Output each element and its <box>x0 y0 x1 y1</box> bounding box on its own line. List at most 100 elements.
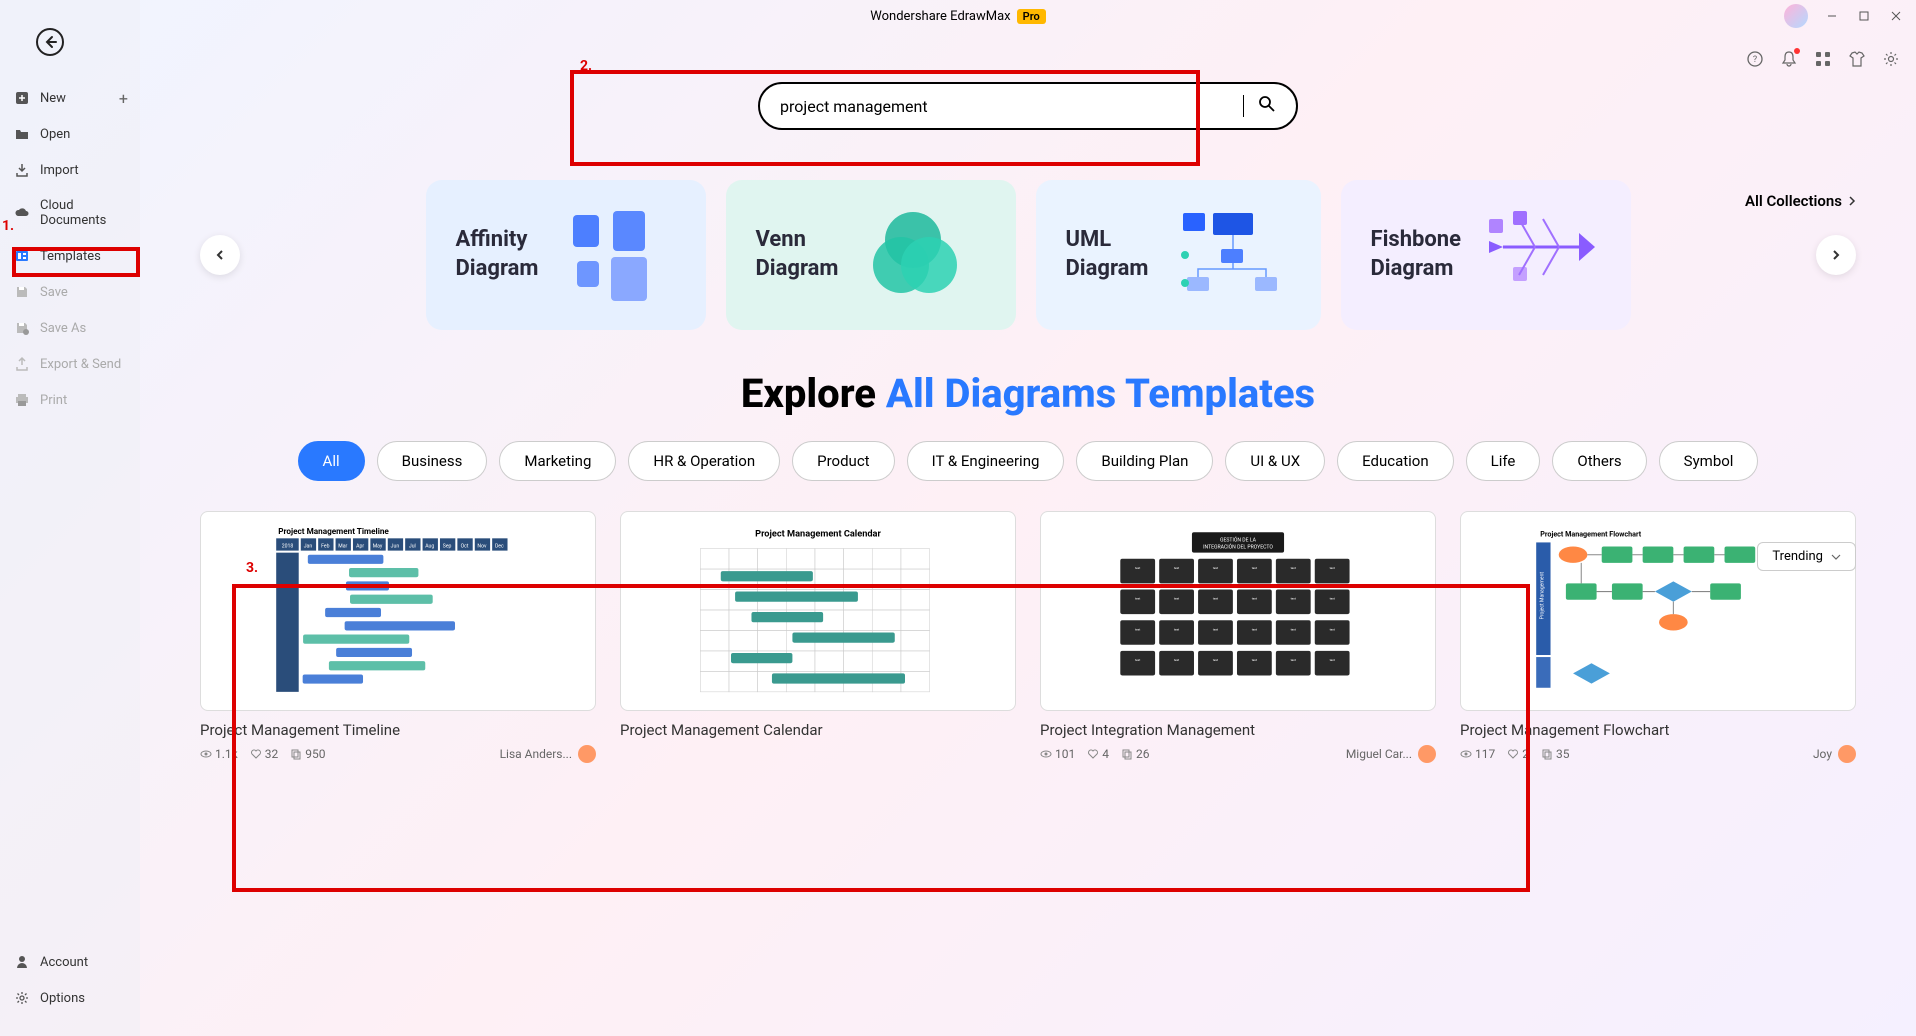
sidebar: New+OpenImportCloud DocumentsTemplatesSa… <box>0 0 140 1036</box>
template-title: Project Management Calendar <box>620 721 1016 739</box>
minimize-button[interactable] <box>1824 8 1840 24</box>
app-title: Wondershare EdrawMax <box>870 9 1010 24</box>
search-input[interactable] <box>780 97 1243 116</box>
sidebar-item-account[interactable]: Account <box>0 944 140 980</box>
sidebar-item-cloud-documents[interactable]: Cloud Documents <box>0 188 140 238</box>
svg-text:text: text <box>1252 566 1257 570</box>
sidebar-item-import[interactable]: Import <box>0 152 140 188</box>
sidebar-item-label: Export & Send <box>40 357 121 372</box>
affinity-illustration <box>563 205 683 305</box>
category-pills: All Business Marketing HR & Operation Produc… <box>180 441 1876 481</box>
sidebar-item-new[interactable]: New+ <box>0 80 140 116</box>
svg-text:text: text <box>1135 566 1140 570</box>
sidebar-item-save: Save <box>0 274 140 310</box>
svg-text:Dec: Dec <box>495 544 504 550</box>
svg-text:Jun: Jun <box>391 544 400 550</box>
category-card-affinity[interactable]: AffinityDiagram <box>426 180 706 330</box>
template-thumbnail: Project Management Timeline2018JanFebMar… <box>200 511 596 711</box>
svg-text:text: text <box>1252 658 1257 662</box>
pill-all[interactable]: All <box>298 441 365 481</box>
template-author: Miguel Car... <box>1346 745 1436 763</box>
svg-text:text: text <box>1252 627 1257 631</box>
svg-text:Aug: Aug <box>425 544 434 550</box>
close-button[interactable] <box>1888 8 1904 24</box>
sidebar-item-print: Print <box>0 382 140 418</box>
svg-text:text: text <box>1330 627 1335 631</box>
sidebar-item-label: Open <box>40 127 70 142</box>
category-card-uml[interactable]: UMLDiagram <box>1036 180 1321 330</box>
svg-text:text: text <box>1174 597 1179 601</box>
template-author: Joy <box>1813 745 1856 763</box>
category-card-fishbone[interactable]: FishboneDiagram <box>1341 180 1631 330</box>
template-grid: Project Management Timeline2018JanFebMar… <box>180 511 1876 763</box>
pill-business[interactable]: Business <box>377 441 488 481</box>
template-title: Project Management Timeline <box>200 721 596 739</box>
svg-text:Jan: Jan <box>304 544 313 550</box>
save-as-icon <box>14 320 30 336</box>
pill-others[interactable]: Others <box>1552 441 1646 481</box>
svg-text:text: text <box>1252 597 1257 601</box>
annotation-3: 3. <box>246 560 258 576</box>
template-card[interactable]: Project Management Timeline2018JanFebMar… <box>200 511 596 763</box>
sidebar-item-options[interactable]: Options <box>0 980 140 1016</box>
pill-hr-operation[interactable]: HR & Operation <box>628 441 780 481</box>
copies-stat: 26 <box>1121 747 1150 761</box>
sort-dropdown[interactable]: Trending <box>1757 542 1856 571</box>
pill-it-engineering[interactable]: IT & Engineering <box>907 441 1065 481</box>
explore-highlight: All Diagrams Templates <box>886 370 1315 417</box>
svg-text:2018: 2018 <box>282 544 294 550</box>
gear-icon <box>14 990 30 1006</box>
carousel-next-button[interactable] <box>1816 235 1856 275</box>
plus-square-icon <box>14 90 30 106</box>
pill-symbol[interactable]: Symbol <box>1659 441 1759 481</box>
annotation-2: 2. <box>580 58 592 74</box>
svg-text:Project Management: Project Management <box>1539 572 1545 620</box>
svg-text:Project Management Timeline: Project Management Timeline <box>278 526 389 536</box>
copies-stat: 950 <box>290 747 325 761</box>
svg-text:text: text <box>1135 627 1140 631</box>
user-avatar[interactable] <box>1784 4 1808 28</box>
pill-product[interactable]: Product <box>792 441 894 481</box>
pill-ui-ux[interactable]: UI & UX <box>1225 441 1325 481</box>
carousel-prev-button[interactable] <box>200 235 240 275</box>
svg-text:Apr: Apr <box>356 544 364 550</box>
pill-marketing[interactable]: Marketing <box>499 441 616 481</box>
explore-prefix: Explore <box>741 370 886 417</box>
titlebar: Wondershare EdrawMax Pro <box>0 0 1916 32</box>
main-content: All Collections AffinityDiagramVennDiagr… <box>140 32 1916 1036</box>
template-meta: 1.1k 32 950 Lisa Anders... <box>200 745 596 763</box>
copies-stat: 35 <box>1541 747 1570 761</box>
category-label: VennDiagram <box>756 226 839 283</box>
views-stat: 117 <box>1460 747 1495 761</box>
category-card-venn[interactable]: VennDiagram <box>726 180 1016 330</box>
search-bar[interactable] <box>758 82 1298 130</box>
pill-building-plan[interactable]: Building Plan <box>1076 441 1213 481</box>
maximize-button[interactable] <box>1856 8 1872 24</box>
svg-text:text: text <box>1213 597 1218 601</box>
svg-text:Sep: Sep <box>443 544 452 550</box>
svg-text:INTEGRACIÓN DEL PROYECTO: INTEGRACIÓN DEL PROYECTO <box>1203 544 1273 551</box>
pill-life[interactable]: Life <box>1466 441 1541 481</box>
add-icon[interactable]: + <box>119 89 128 108</box>
venn-illustration <box>863 205 983 305</box>
svg-text:GESTIÓN DE LA: GESTIÓN DE LA <box>1220 536 1257 543</box>
svg-text:text: text <box>1135 597 1140 601</box>
pill-education[interactable]: Education <box>1337 441 1454 481</box>
template-card[interactable]: Project Management Calendar Project Mana… <box>620 511 1016 763</box>
category-carousel: AffinityDiagram VennDiagram UMLDiagramFish… <box>180 180 1876 330</box>
search-icon[interactable] <box>1258 95 1276 117</box>
svg-text:text: text <box>1213 627 1218 631</box>
svg-text:May: May <box>373 544 383 550</box>
sidebar-item-templates[interactable]: Templates <box>0 238 140 274</box>
import-icon <box>14 162 30 178</box>
template-meta: 101 4 26 Miguel Car... <box>1040 745 1436 763</box>
author-avatar <box>1838 745 1856 763</box>
sidebar-item-label: Account <box>40 955 88 970</box>
template-meta: 117 2 35 Joy <box>1460 745 1856 763</box>
template-card[interactable]: GESTIÓN DE LAINTEGRACIÓN DEL PROYECTO tex… <box>1040 511 1436 763</box>
template-thumbnail: Project Management Calendar <box>620 511 1016 711</box>
back-button[interactable] <box>36 28 64 56</box>
sidebar-item-open[interactable]: Open <box>0 116 140 152</box>
sidebar-item-save-as: Save As <box>0 310 140 346</box>
svg-text:text: text <box>1330 597 1335 601</box>
